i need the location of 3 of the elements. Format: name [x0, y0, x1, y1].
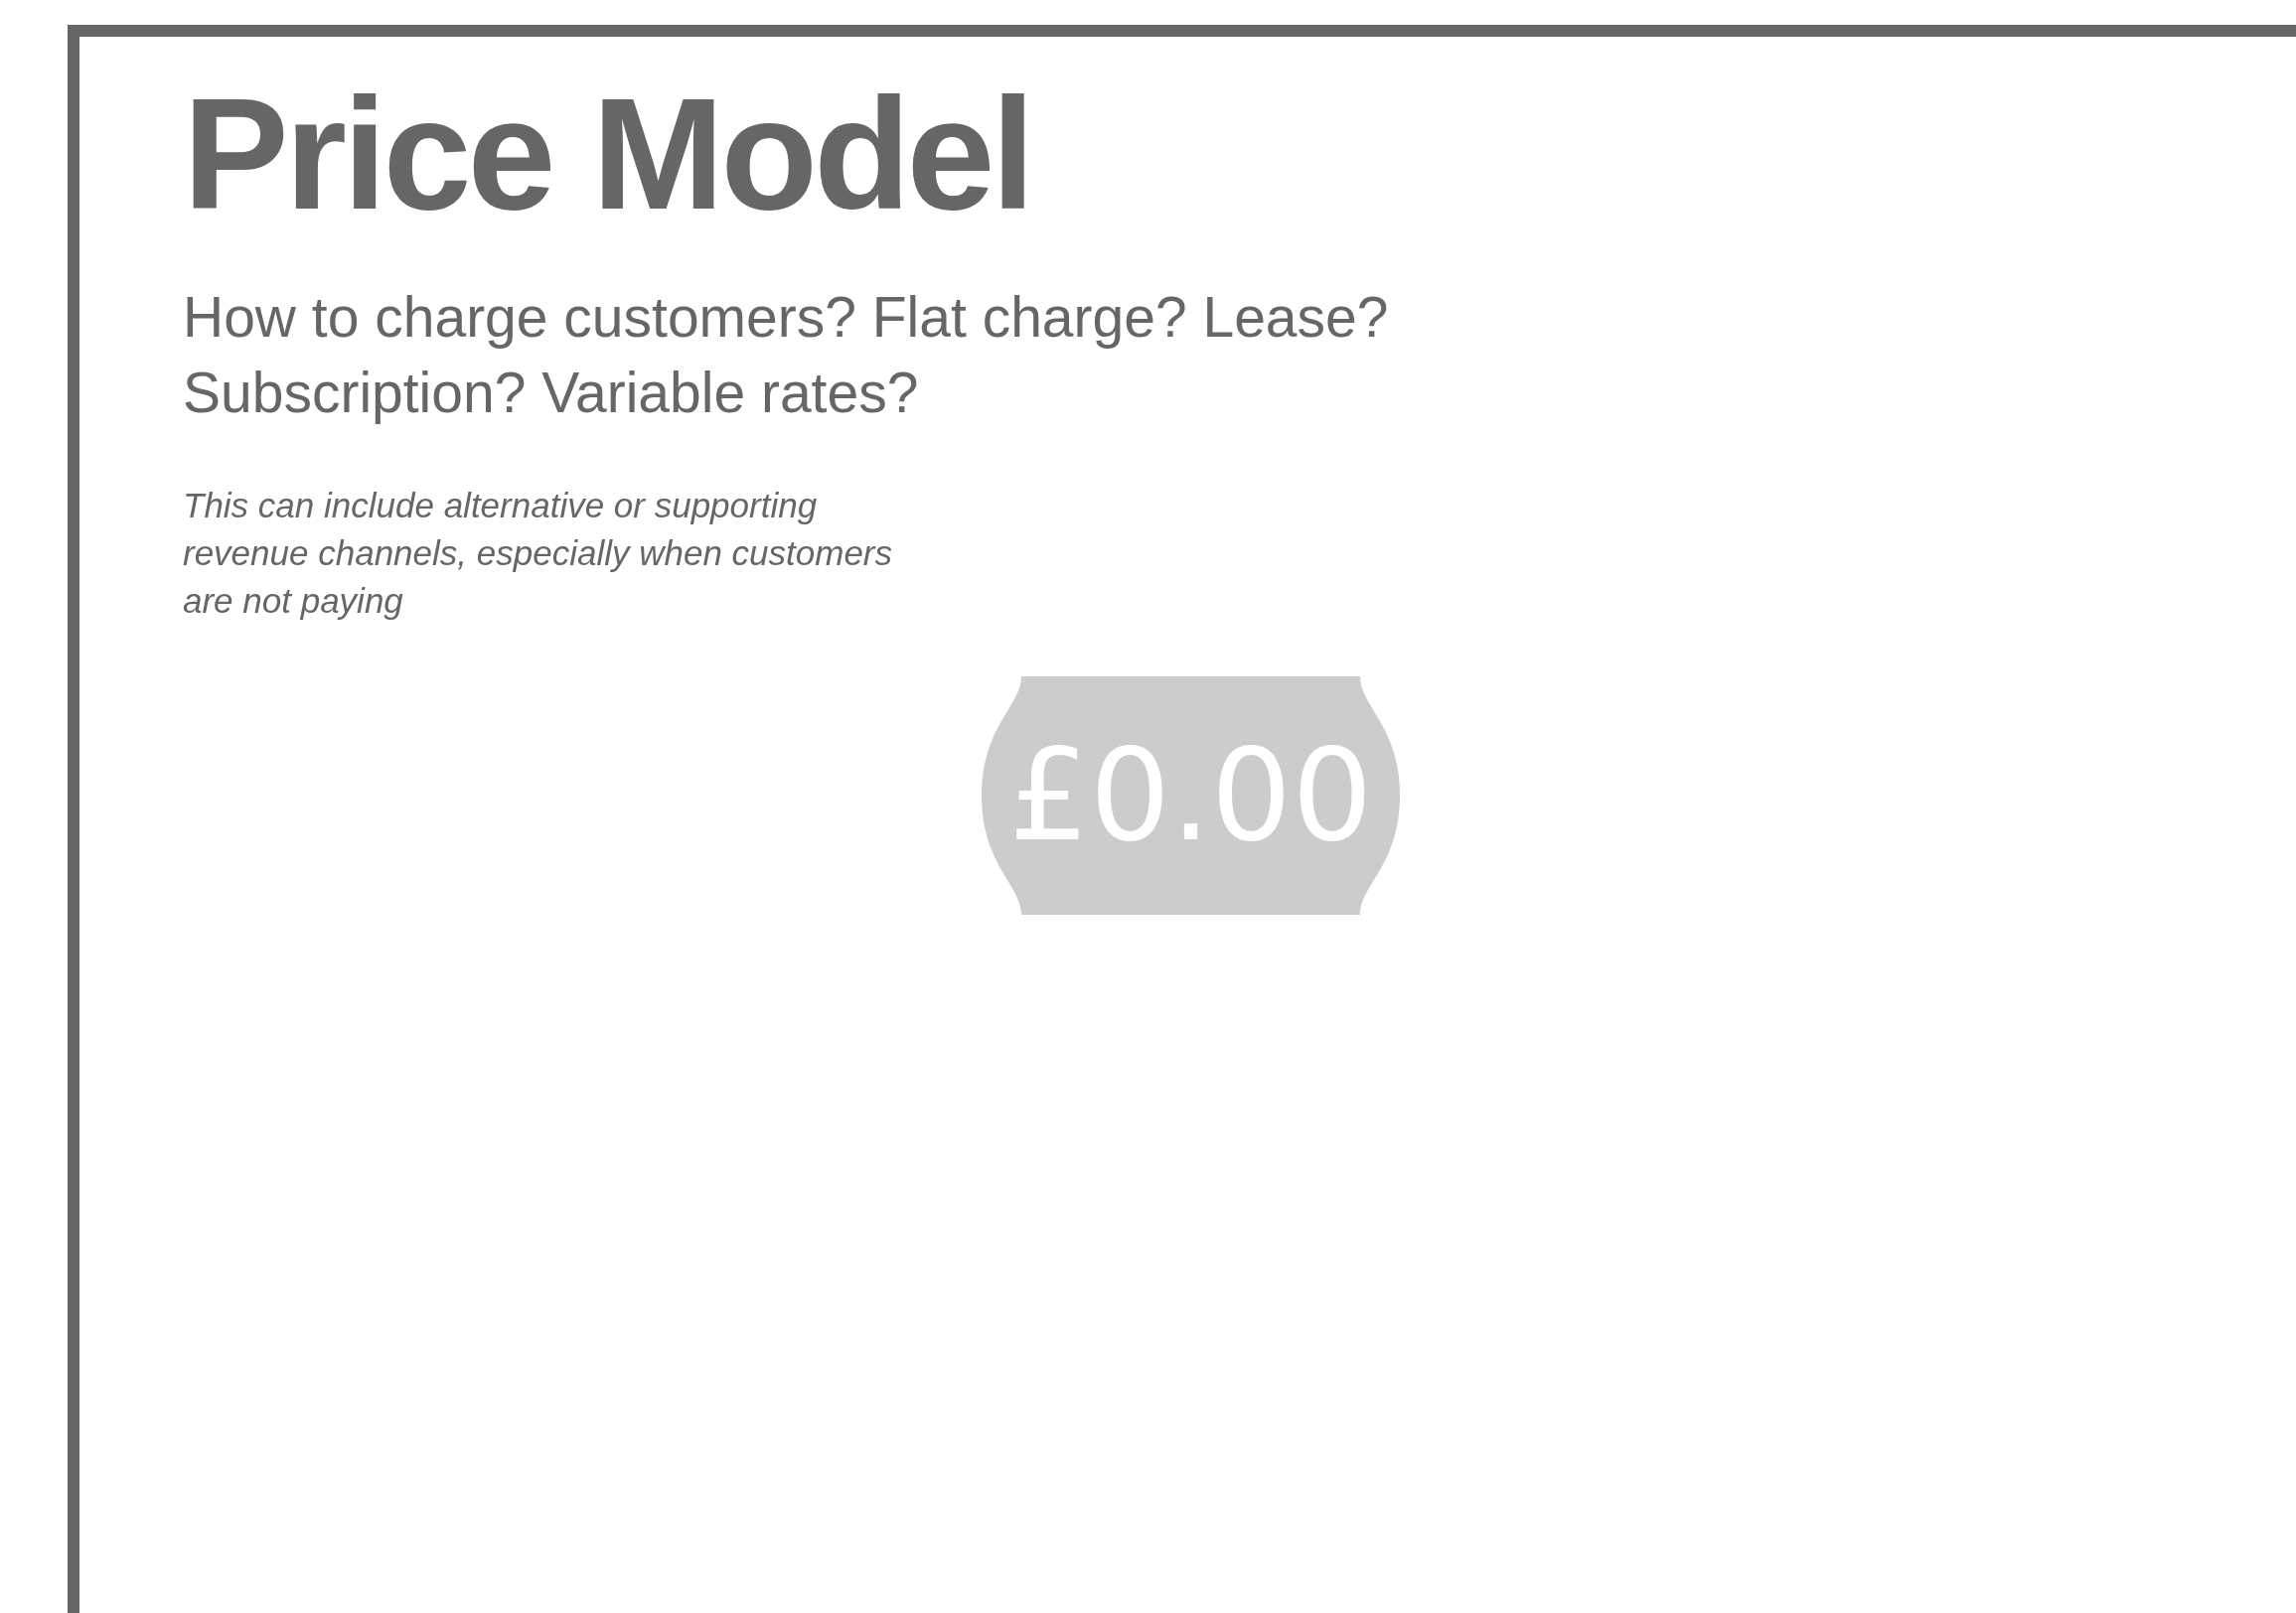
note-text: This can include alternative or supporting revenue channels, especially when customers are not paying: [183, 485, 893, 622]
question-text: How to charge customers? Flat charge? Lease? Subscription? Variable rates?: [183, 284, 1390, 426]
section-title: Price Model: [183, 74, 1032, 233]
